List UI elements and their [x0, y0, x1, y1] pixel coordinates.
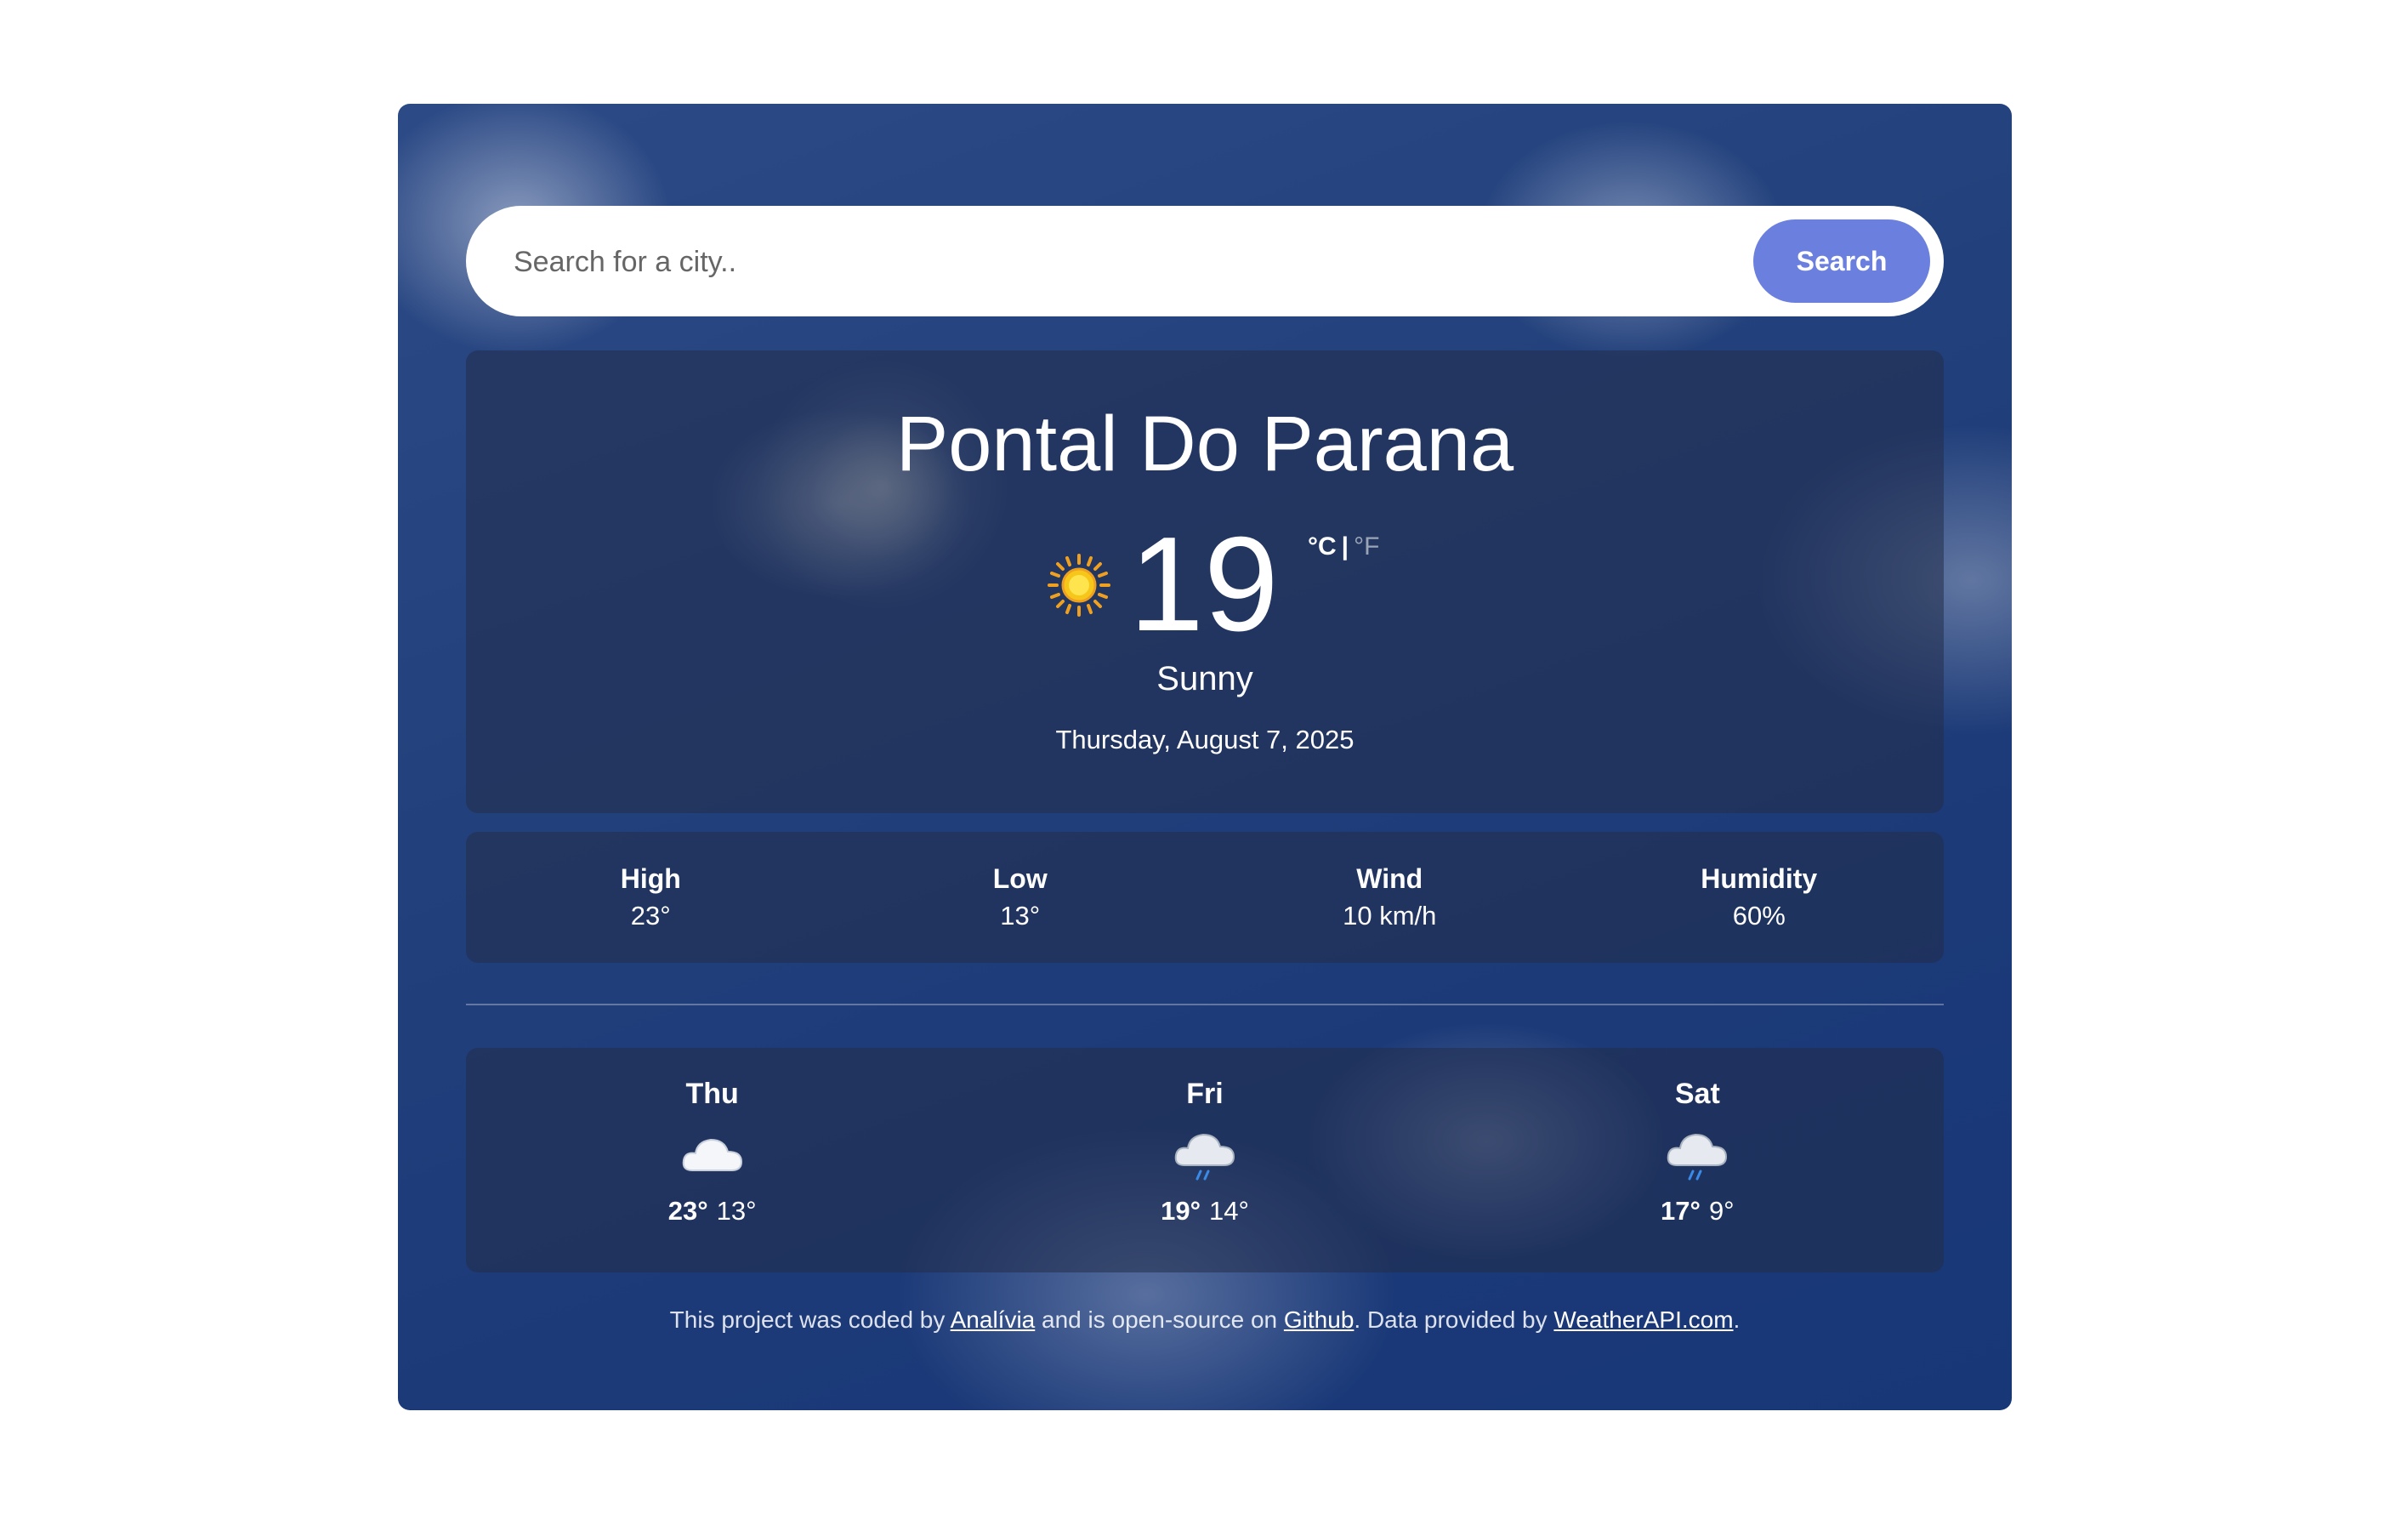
fahrenheit-link[interactable]: °F [1354, 532, 1379, 561]
stat-label: High [620, 863, 681, 894]
forecast-day: Fri 19° 14° [958, 1048, 1451, 1272]
search-button[interactable]: Search [1753, 219, 1930, 303]
current-temperature: 19 [1129, 509, 1279, 659]
forecast-max: 19° [1161, 1196, 1201, 1226]
footer: This project was coded by Analívia and i… [398, 1306, 2012, 1334]
search-input[interactable] [512, 206, 1706, 318]
forecast-day-name: Thu [685, 1078, 739, 1110]
stat-label: Humidity [1701, 863, 1818, 894]
stat-value: 23° [630, 901, 671, 931]
unit-separator: | [1341, 532, 1349, 561]
forecast-temps: 23° 13° [466, 1196, 958, 1227]
stat-label: Low [992, 863, 1048, 894]
forecast-day: Thu 23° 13° [466, 1048, 958, 1272]
stat-wind: Wind 10 km/h [1205, 860, 1575, 935]
stat-humidity: Humidity 60% [1575, 860, 1945, 935]
stat-high: High 23° [466, 860, 836, 935]
github-link[interactable]: Github [1284, 1306, 1354, 1333]
footer-text: and is open-source on [1035, 1306, 1284, 1333]
forecast-min: 13° [716, 1196, 757, 1226]
weather-app: Search Pontal Do Parana [398, 104, 2012, 1410]
temperature-row: 19 °C | °F [466, 509, 1944, 659]
forecast-day: Sat 17° 9° [1451, 1048, 1944, 1272]
forecast-temps: 19° 14° [958, 1196, 1451, 1227]
cloud-icon [682, 1138, 742, 1171]
footer-text: This project was coded by [669, 1306, 951, 1333]
stat-label: Wind [1356, 863, 1423, 894]
city-name: Pontal Do Parana [895, 401, 1514, 487]
section-divider [466, 1004, 1944, 1005]
stat-value: 60% [1732, 901, 1786, 931]
forecast-temps: 17° 9° [1451, 1196, 1944, 1227]
forecast-max: 17° [1661, 1196, 1701, 1226]
forecast-panel: Thu 23° 13° Fri 19° 14° Sat 17° 9° [466, 1048, 1944, 1272]
weatherapi-link[interactable]: WeatherAPI.com [1553, 1306, 1733, 1333]
forecast-day-name: Fri [1186, 1078, 1224, 1110]
sun-icon [1048, 554, 1110, 617]
search-form: Search [466, 206, 1944, 318]
forecast-min: 9° [1708, 1196, 1735, 1226]
footer-text: . [1733, 1306, 1741, 1333]
unit-switcher: °C | °F [1308, 532, 1379, 561]
forecast-max: 23° [667, 1196, 708, 1226]
cloud-rain-icon [1667, 1133, 1728, 1181]
footer-text: . Data provided by [1354, 1306, 1554, 1333]
current-weather-panel: Pontal Do Parana 19 °C | °F Sunny Thursd… [466, 350, 1944, 813]
cloud-rain-icon [1174, 1133, 1235, 1181]
current-date: Thursday, August 7, 2025 [1055, 725, 1354, 754]
stat-value: 13° [1000, 901, 1041, 931]
stat-value: 10 km/h [1343, 901, 1437, 931]
forecast-day-name: Sat [1674, 1078, 1720, 1110]
weather-condition: Sunny [1156, 660, 1253, 697]
stat-low: Low 13° [836, 860, 1206, 935]
author-link[interactable]: Analívia [951, 1306, 1036, 1333]
celsius-unit[interactable]: °C [1308, 532, 1337, 561]
forecast-min: 14° [1208, 1196, 1249, 1226]
stats-panel: High 23° Low 13° Wind 10 km/h Humidity 6… [466, 832, 1944, 963]
